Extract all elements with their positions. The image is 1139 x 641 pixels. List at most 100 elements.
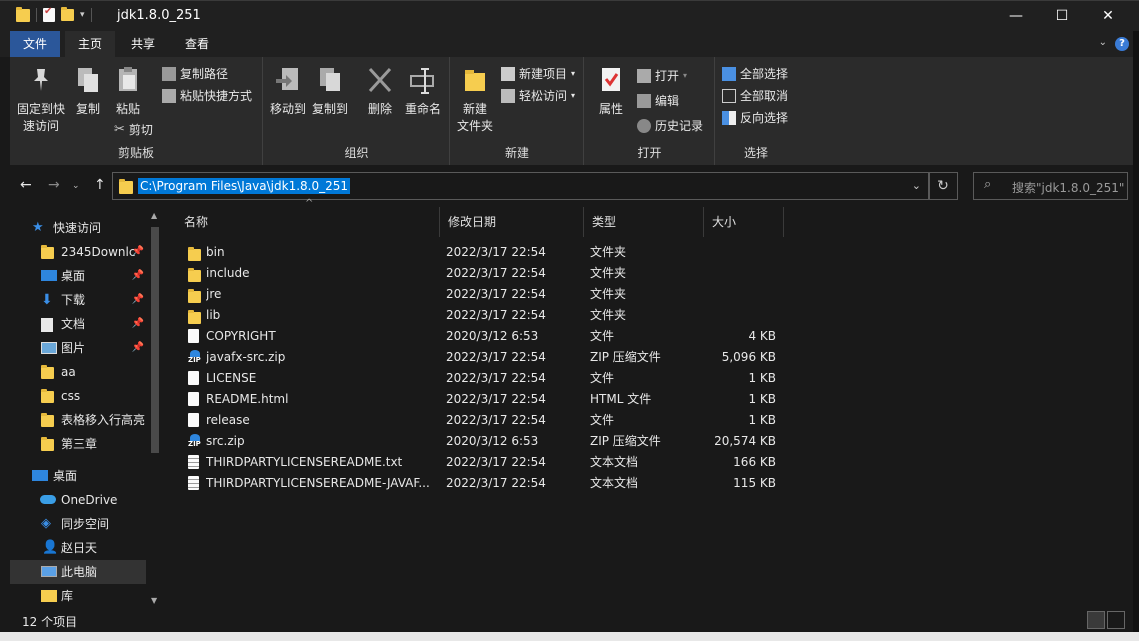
pin-quick-access-button[interactable]: 固定到快 速访问: [14, 61, 68, 135]
nav-quick-access-item[interactable]: 表格移入行高亮: [10, 408, 146, 432]
chevron-up-icon[interactable]: ▲: [151, 211, 157, 220]
column-header-type[interactable]: 类型: [584, 207, 704, 237]
rename-button[interactable]: 重命名: [402, 61, 444, 118]
copy-to-button[interactable]: 复制到: [310, 61, 350, 118]
address-bar[interactable]: C:\Program Files\Java\jdk1.8.0_251 ⌄: [112, 172, 930, 200]
easy-access-button[interactable]: 轻松访问 ▾: [501, 87, 575, 104]
paste-button[interactable]: 粘贴: [110, 61, 146, 118]
file-row[interactable]: jre 2022/3/17 22:54 文件夹: [180, 284, 785, 305]
minimize-button[interactable]: —: [993, 1, 1039, 31]
nav-quick-access-item[interactable]: ⬇ 下载 📌: [10, 288, 146, 312]
chevron-down-icon[interactable]: ⌄: [912, 179, 921, 192]
properties-icon: [602, 68, 620, 91]
file-row[interactable]: release 2022/3/17 22:54 文件 1 KB: [180, 410, 785, 431]
document-icon: [41, 318, 53, 332]
properties-icon[interactable]: [43, 6, 55, 22]
refresh-button[interactable]: ↻: [928, 172, 958, 200]
nav-library[interactable]: 库: [10, 584, 146, 608]
history-button[interactable]: 历史记录: [637, 117, 703, 134]
tab-home[interactable]: 主页: [65, 31, 116, 57]
group-label: 新建: [504, 146, 529, 160]
scrollbar-thumb[interactable]: [151, 227, 159, 453]
tab-view[interactable]: 查看: [172, 31, 222, 57]
properties-button[interactable]: 属性: [591, 61, 631, 118]
chevron-down-icon[interactable]: ⌄: [1099, 37, 1107, 48]
file-date: 2022/3/17 22:54: [446, 371, 546, 385]
file-row[interactable]: ZIP javafx-src.zip 2022/3/17 22:54 ZIP 压缩文件…: [180, 347, 785, 368]
details-view-icon[interactable]: [1087, 611, 1105, 629]
nav-quick-access-item[interactable]: 桌面 📌: [10, 264, 146, 288]
clipboard-group: 固定到快 速访问 复制 粘贴 复制路径 粘贴快捷方式 ✂ 剪切 剪贴板: [10, 57, 263, 165]
file-size: 20,574 KB: [714, 434, 776, 448]
search-box[interactable]: ⌕ 搜索"jdk1.8.0_251": [973, 172, 1128, 200]
easy-access-icon: [501, 88, 515, 103]
move-to-button[interactable]: 移动到: [268, 61, 308, 118]
search-input[interactable]: 搜索"jdk1.8.0_251": [1012, 179, 1124, 196]
copy-button[interactable]: 复制: [70, 61, 106, 118]
new-item-icon: [501, 66, 515, 81]
nav-quick-access-item[interactable]: aa: [10, 360, 146, 384]
nav-this-pc[interactable]: 此电脑: [10, 560, 146, 584]
pin-icon: [34, 69, 48, 91]
file-row[interactable]: bin 2022/3/17 22:54 文件夹: [180, 242, 785, 263]
recent-locations-icon[interactable]: ⌄: [72, 181, 80, 191]
edit-button[interactable]: 编辑: [637, 92, 679, 109]
column-header-name[interactable]: 名称: [176, 207, 440, 237]
chevron-down-icon[interactable]: ▾: [80, 10, 85, 20]
file-name: src.zip: [206, 434, 245, 448]
file-row[interactable]: THIRDPARTYLICENSEREADME.txt 2022/3/17 22:…: [180, 452, 785, 473]
cut-button[interactable]: ✂ 剪切: [114, 121, 153, 138]
column-header-size[interactable]: 大小: [704, 207, 784, 237]
file-row[interactable]: THIRDPARTYLICENSEREADME-JAVAF... 2022/3/1…: [180, 473, 785, 494]
file-row[interactable]: lib 2022/3/17 22:54 文件夹: [180, 305, 785, 326]
large-icons-view-icon[interactable]: [1107, 611, 1125, 629]
select-none-button[interactable]: 全部取消: [722, 87, 788, 104]
nav-quick-access-item[interactable]: css: [10, 384, 146, 408]
search-icon: ⌕: [984, 177, 992, 192]
file-row[interactable]: ZIP src.zip 2020/3/12 6:53 ZIP 压缩文件 20,574 K…: [180, 431, 785, 452]
file-name: lib: [206, 308, 221, 322]
file-row[interactable]: COPYRIGHT 2020/3/12 6:53 文件 4 KB: [180, 326, 785, 347]
ribbon-tabs: 文件 主页 共享 查看: [0, 31, 1139, 57]
help-icon[interactable]: ?: [1115, 37, 1129, 51]
tab-file[interactable]: 文件: [10, 31, 61, 57]
nav-sync-space[interactable]: ◈ 同步空间: [10, 512, 146, 536]
file-size: 5,096 KB: [721, 350, 776, 364]
open-button[interactable]: 打开 ▾: [637, 67, 687, 84]
delete-button[interactable]: 删除: [362, 61, 398, 118]
file-row[interactable]: include 2022/3/17 22:54 文件夹: [180, 263, 785, 284]
move-to-icon: [276, 68, 298, 90]
nav-quick-access[interactable]: ★ 快速访问: [10, 216, 146, 240]
close-button[interactable]: ✕: [1085, 1, 1131, 31]
new-folder-icon[interactable]: [61, 7, 74, 21]
nav-quick-access-item[interactable]: 2345Downlc 📌: [10, 240, 146, 264]
paste-shortcut-button[interactable]: 粘贴快捷方式: [162, 87, 252, 104]
maximize-button[interactable]: ☐: [1039, 1, 1085, 31]
nav-quick-access-item[interactable]: 文档 📌: [10, 312, 146, 336]
select-all-button[interactable]: 全部选择: [722, 65, 788, 82]
new-folder-button[interactable]: 新建 文件夹: [453, 61, 497, 135]
library-icon: [41, 590, 57, 602]
nav-user[interactable]: 👤 赵日天: [10, 536, 146, 560]
copy-to-icon: [320, 68, 340, 91]
nav-onedrive[interactable]: OneDrive: [10, 488, 146, 512]
file-row[interactable]: LICENSE 2022/3/17 22:54 文件 1 KB: [180, 368, 785, 389]
nav-quick-access-item[interactable]: 第三章: [10, 432, 146, 456]
pin-icon: 📌: [131, 342, 144, 353]
tab-share[interactable]: 共享: [118, 31, 168, 57]
copy-path-button[interactable]: 复制路径: [162, 65, 228, 82]
back-icon[interactable]: ←: [20, 177, 32, 193]
column-header-date[interactable]: 修改日期: [440, 207, 584, 237]
file-row[interactable]: README.html 2022/3/17 22:54 HTML 文件 1 KB: [180, 389, 785, 410]
chevron-down-icon[interactable]: ▼: [151, 596, 157, 605]
forward-icon[interactable]: →: [48, 177, 60, 193]
invert-selection-button[interactable]: 反向选择: [722, 109, 788, 126]
new-item-button[interactable]: 新建项目 ▾: [501, 65, 575, 82]
address-path[interactable]: C:\Program Files\Java\jdk1.8.0_251: [138, 178, 351, 194]
nav-desktop[interactable]: 桌面: [10, 464, 146, 488]
up-icon[interactable]: ↑: [94, 177, 106, 193]
sync-icon: ◈: [41, 516, 51, 531]
nav-quick-access-item[interactable]: 图片 📌: [10, 336, 146, 360]
nav-scrollbar[interactable]: ▲ ▼: [148, 207, 162, 608]
file-date: 2022/3/17 22:54: [446, 245, 546, 259]
